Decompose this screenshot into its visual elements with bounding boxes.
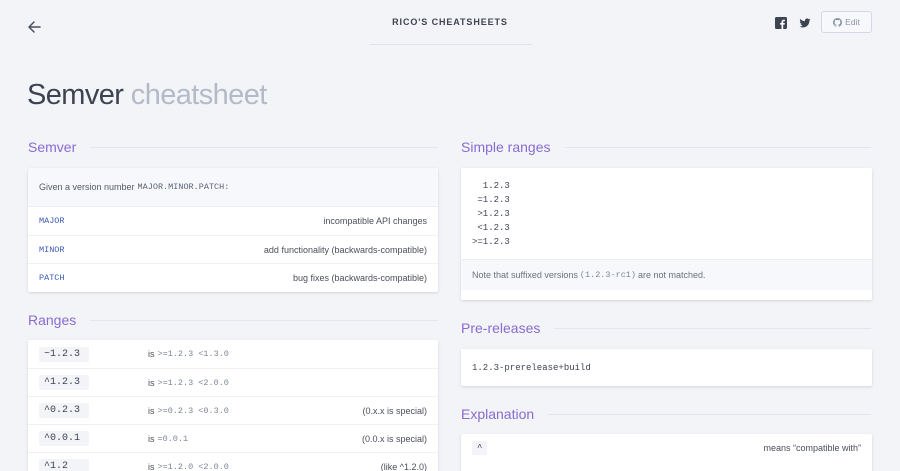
range-is-word: is xyxy=(148,462,155,471)
semver-intro: Given a version number MAJOR.MINOR.PATCH… xyxy=(28,168,438,207)
top-bar: RICO'S CHEATSHEETS Edit xyxy=(0,0,900,60)
range-code: ^1.2 xyxy=(39,459,89,471)
range-is: is >=1.2.3 <2.0.0 xyxy=(148,369,229,397)
range-is: is =0.0.1 xyxy=(148,425,188,453)
range-is: is >=1.2.3 <1.3.0 xyxy=(148,340,229,368)
range-row: ^0.0.1 is =0.0.1 (0.0.x is special) xyxy=(28,424,438,452)
range-code: ^0.0.1 xyxy=(39,431,89,446)
section-rule xyxy=(554,327,871,329)
prereleases-card: 1.2.3-prerelease+build xyxy=(461,349,872,386)
section-title: Explanation xyxy=(461,406,535,422)
semver-rows: MAJOR incompatible API changes MINOR add fu… xyxy=(28,207,438,291)
range-is: is >=1.2.0 <2.0.0 xyxy=(148,453,229,471)
ranges-card: ~1.2.3 is >=1.2.3 <1.3.0 ^1.2.3 is >=1.2.3 <2… xyxy=(28,340,438,471)
code-line: >1.2.3 xyxy=(472,209,510,219)
facebook-icon[interactable] xyxy=(775,17,787,29)
semver-card: Given a version number MAJOR.MINOR.PATCH… xyxy=(28,168,438,292)
semver-row: MAJOR incompatible API changes xyxy=(28,207,438,235)
code-line: >=1.2.3 xyxy=(472,237,510,247)
simple-ranges-card: 1.2.3 =1.2.3 >1.2.3 <1.2.3 >=1.2.3 Note t… xyxy=(461,168,872,300)
section-heading-simple-ranges: Simple ranges xyxy=(461,139,871,155)
page-title-light: cheatsheet xyxy=(130,79,267,111)
section-title: Pre-releases xyxy=(461,320,541,336)
range-is-word: is xyxy=(148,434,155,444)
explanation-code: ^ xyxy=(472,441,488,455)
page-title: Semver cheatsheet xyxy=(27,79,267,112)
intro-code: MAJOR.MINOR.PATCH: xyxy=(137,182,230,192)
semver-desc: bug fixes (backwards-compatible) xyxy=(292,272,427,283)
section-heading-explanation: Explanation xyxy=(461,406,871,422)
section-title: Simple ranges xyxy=(461,139,551,155)
section-rule xyxy=(564,146,871,148)
simple-ranges-code: 1.2.3 =1.2.3 >1.2.3 <1.2.3 >=1.2.3 xyxy=(461,168,872,259)
intro-text: Given a version number xyxy=(39,182,135,192)
twitter-icon[interactable] xyxy=(799,17,811,29)
section-rule xyxy=(90,146,438,148)
range-row: ^1.2.3 is >=1.2.3 <2.0.0 xyxy=(28,368,438,396)
github-icon xyxy=(833,17,843,27)
semver-row: PATCH bug fixes (backwards-compatible) xyxy=(28,263,438,291)
code-line: 1.2.3 xyxy=(472,181,510,191)
range-is-word: is xyxy=(148,349,155,359)
simple-ranges-note: Note that suffixed versions (1.2.3-rc1) … xyxy=(461,259,872,290)
title-divider xyxy=(370,44,532,45)
semver-key: MAJOR xyxy=(39,216,65,226)
section-heading-prereleases: Pre-releases xyxy=(461,320,871,336)
site-title[interactable]: RICO'S CHEATSHEETS xyxy=(0,17,900,27)
section-title: Semver xyxy=(28,139,77,155)
range-value: >=0.2.3 <0.3.0 xyxy=(157,406,229,416)
range-value: >=1.2.0 <2.0.0 xyxy=(157,462,229,471)
code-line: =1.2.3 xyxy=(472,195,510,205)
edit-label: Edit xyxy=(845,17,860,27)
note-text-after: are not matched. xyxy=(638,270,706,280)
semver-desc: add functionality (backwards-compatible) xyxy=(263,244,427,255)
explanation-desc: means “compatible with” xyxy=(763,443,861,453)
range-note: (0.x.x is special) xyxy=(362,406,427,416)
semver-desc: incompatible API changes xyxy=(323,216,427,226)
range-row: ^1.2 is >=1.2.0 <2.0.0 (like ^1.2.0) xyxy=(28,452,438,471)
range-value: >=1.2.3 <1.3.0 xyxy=(157,349,229,359)
range-code: ~1.2.3 xyxy=(39,346,89,362)
range-code: ^0.2.3 xyxy=(39,403,89,418)
range-row: ^0.2.3 is >=0.2.3 <0.3.0 (0.x.x is special) xyxy=(28,396,438,424)
range-note: (0.0.x is special) xyxy=(361,434,427,444)
explanation-card: ^ means “compatible with” xyxy=(461,434,872,471)
section-heading-semver: Semver xyxy=(28,139,438,155)
section-heading-ranges: Ranges xyxy=(28,312,438,328)
range-code: ^1.2.3 xyxy=(39,375,89,390)
note-code: (1.2.3-rc1) xyxy=(579,270,636,280)
range-note: (like ^1.2.0) xyxy=(380,462,427,471)
range-value: =0.0.1 xyxy=(157,434,189,444)
section-rule xyxy=(90,319,438,321)
edit-button[interactable]: Edit xyxy=(821,11,872,33)
semver-key: PATCH xyxy=(39,272,65,283)
section-title: Ranges xyxy=(28,312,77,328)
page-title-main: Semver xyxy=(27,79,124,111)
range-row: ~1.2.3 is >=1.2.3 <1.3.0 xyxy=(28,340,438,368)
code-line: <1.2.3 xyxy=(472,223,510,233)
note-text-before: Note that suffixed versions xyxy=(472,270,578,280)
range-is-word: is xyxy=(148,378,155,388)
prerelease-code: 1.2.3-prerelease+build xyxy=(472,362,591,373)
range-is-word: is xyxy=(148,406,155,416)
range-is: is >=0.2.3 <0.3.0 xyxy=(148,397,229,425)
semver-key: MINOR xyxy=(39,244,65,255)
section-rule xyxy=(548,413,871,415)
range-value: >=1.2.3 <2.0.0 xyxy=(157,378,229,388)
explanation-row: ^ means “compatible with” xyxy=(461,434,872,462)
semver-row: MINOR add functionality (backwards-compat… xyxy=(28,235,438,263)
